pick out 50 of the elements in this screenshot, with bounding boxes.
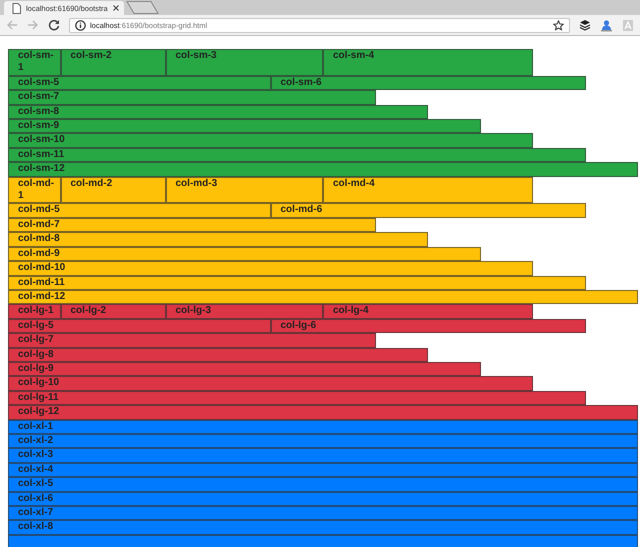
grid-column: col-lg-3 xyxy=(166,304,323,319)
grid-column: col-sm-11 xyxy=(8,148,586,162)
grid-column: col-sm-5 xyxy=(8,76,270,90)
grid-column: col-sm-4 xyxy=(323,49,533,76)
grid-column: col-sm-7 xyxy=(8,90,376,105)
layers-icon[interactable] xyxy=(579,19,591,31)
grid-column: col-md-12 xyxy=(8,290,638,304)
grid-column: col-md-2 xyxy=(60,176,166,204)
grid-column: col-md-3 xyxy=(166,176,323,204)
grid-column: col-xl-2 xyxy=(8,434,638,448)
grid-column: col-md-10 xyxy=(8,261,533,276)
grid-column: col-sm-6 xyxy=(270,76,586,90)
grid-column: col-md-6 xyxy=(270,203,586,218)
grid-column: col-sm-2 xyxy=(60,49,166,76)
grid-column: col-lg-4 xyxy=(323,304,533,319)
new-tab-button[interactable] xyxy=(126,1,160,14)
grid-column: col-lg-8 xyxy=(8,348,428,362)
grid-column: col-lg-5 xyxy=(8,318,270,334)
grid-column: col-lg-12 xyxy=(8,405,638,420)
page-icon xyxy=(12,2,21,14)
grid-column: col-lg-2 xyxy=(60,304,166,319)
grid-column: col-md-5 xyxy=(8,203,270,218)
grid-column: col-xl-8 xyxy=(8,520,638,535)
info-icon xyxy=(75,20,86,30)
star-icon[interactable] xyxy=(553,20,564,30)
grid-column: col-xl-5 xyxy=(8,477,638,492)
grid-column: col-md-4 xyxy=(323,176,533,204)
grid-column: col-lg-7 xyxy=(8,333,376,348)
grid-column: col-xl-4 xyxy=(8,462,638,478)
grid-column: col-sm-10 xyxy=(8,133,533,148)
grid-column: col-lg-6 xyxy=(270,318,586,334)
grid-column: col-sm-3 xyxy=(166,49,323,76)
grid-column: col-sm-12 xyxy=(8,162,638,177)
grid-column: col-sm-9 xyxy=(8,119,480,134)
grid-column: col-md-11 xyxy=(8,276,586,290)
grid-column: col-sm-8 xyxy=(8,104,428,120)
grid-column: col-lg-10 xyxy=(8,376,533,391)
grid-column: col-xl-3 xyxy=(8,448,638,463)
grid-column: col-md-8 xyxy=(8,232,428,247)
grid-column: col-lg-1 xyxy=(8,304,60,319)
person-icon[interactable] xyxy=(600,18,613,32)
grid-column: col-md-9 xyxy=(8,246,480,262)
reload-icon[interactable] xyxy=(48,19,60,31)
grid-column: col-lg-11 xyxy=(8,390,586,406)
grid-column: col-md-7 xyxy=(8,218,376,232)
grid-column: col-xl-7 xyxy=(8,506,638,520)
grid-column: col-xl-6 xyxy=(8,492,638,506)
grid-column: col-lg-9 xyxy=(8,362,480,376)
close-icon[interactable] xyxy=(113,5,119,11)
grid-column: col-xl-1 xyxy=(8,420,638,434)
